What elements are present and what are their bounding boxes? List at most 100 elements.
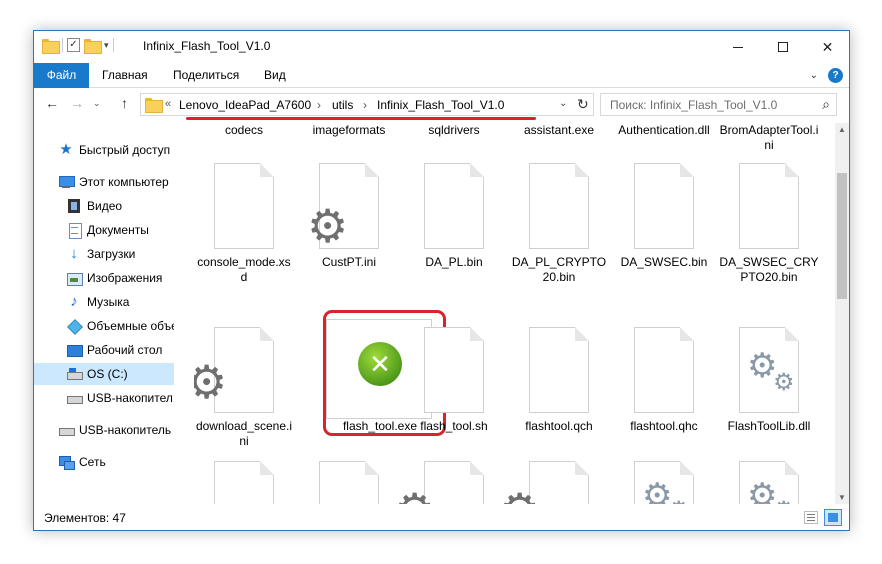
search-icon[interactable]: ⌕ <box>822 96 830 113</box>
file-name: BromAdapterTool.ini <box>719 123 819 152</box>
document-icon <box>529 163 589 249</box>
sidebar-item-quick-access[interactable]: ★ Быстрый доступ <box>34 139 174 161</box>
computer-icon <box>58 174 75 190</box>
gear-icon: ⚙ <box>394 487 435 504</box>
music-icon: ♪ <box>70 293 78 310</box>
recent-locations-icon[interactable]: ⌄ <box>93 98 101 109</box>
file-tile[interactable]: flash_tool.sh <box>404 327 504 452</box>
gear-icon: ⚙ <box>499 487 540 504</box>
sidebar-item-downloads[interactable]: ↓ Загрузки <box>34 243 174 265</box>
file-tile[interactable]: flashtool.qhc <box>614 327 714 452</box>
ribbon-tabs: Файл Главная Поделиться Вид ⌄ ? <box>34 63 849 88</box>
address-history-icon[interactable]: ⌄ <box>559 98 567 109</box>
scroll-up-icon[interactable]: ▲ <box>838 125 846 134</box>
file-tile[interactable]: DA_SWSEC_CRYPTO20.bin <box>719 163 819 288</box>
document-icon <box>214 163 274 249</box>
expand-ribbon-icon[interactable]: ⌄ <box>810 70 818 81</box>
large-icons-view-icon[interactable] <box>824 509 842 526</box>
file-name: flashtool.qch <box>525 419 593 433</box>
file-name: DA_SWSEC_CRYPTO20.bin <box>719 255 819 284</box>
minimize-button[interactable] <box>715 31 760 63</box>
maximize-button[interactable] <box>760 31 805 63</box>
3d-objects-icon <box>66 318 82 334</box>
breadcrumb-lenovo[interactable]: Lenovo_IdeaPad_A7600 <box>179 98 311 112</box>
drive-icon <box>66 366 83 382</box>
file-tile[interactable]: flashtool.qch <box>509 327 609 452</box>
file-name: DA_SWSEC.bin <box>620 255 708 269</box>
document-icon <box>319 461 379 504</box>
document-icon <box>634 163 694 249</box>
document-icon <box>424 327 484 413</box>
breadcrumb-separator-icon[interactable]: › <box>363 98 367 112</box>
sidebar-item-music[interactable]: ♪ Музыка <box>34 291 174 313</box>
star-icon: ★ <box>59 141 73 158</box>
breadcrumb-overflow-icon[interactable]: « <box>165 98 171 110</box>
file-tile[interactable]: ⚙ ⚙ <box>719 461 819 504</box>
sidebar-item-label: Объемные объе <box>87 319 174 333</box>
breadcrumb-current-folder[interactable]: Infinix_Flash_Tool_V1.0 <box>377 98 504 112</box>
file-tile[interactable]: DA_PL_CRYPTO20.bin <box>509 163 609 288</box>
details-view-icon[interactable] <box>804 511 818 524</box>
tab-share[interactable]: Поделиться <box>173 63 239 88</box>
file-tile[interactable]: DA_PL.bin <box>404 163 504 288</box>
address-bar[interactable]: « Lenovo_IdeaPad_A7600 › utils › Infinix… <box>140 93 594 116</box>
sidebar-item-usb-drive[interactable]: USB-накопител <box>34 387 174 409</box>
explorer-window: ✓ ▾ Infinix_Flash_Tool_V1.0 ✕ Файл Главн… <box>33 30 850 531</box>
scrollbar-thumb[interactable] <box>837 173 847 299</box>
sidebar-item-network[interactable]: Сеть <box>34 451 174 473</box>
folder-icon <box>145 98 163 113</box>
breadcrumb-utils[interactable]: utils <box>332 98 353 112</box>
sidebar-item-label: Рабочий стол <box>87 343 163 357</box>
properties-icon[interactable]: ✓ <box>67 38 80 52</box>
file-tile[interactable]: ⚙ <box>499 461 609 504</box>
sidebar-item-label: Музыка <box>87 295 130 309</box>
file-tile[interactable]: DA_SWSEC.bin <box>614 163 714 288</box>
file-tile[interactable]: ⚙ CustPT.ini <box>299 163 399 288</box>
usb-drive-icon <box>58 422 75 438</box>
file-name: FlashToolLib.dll <box>727 419 811 433</box>
tab-home[interactable]: Главная <box>102 63 148 88</box>
customize-toolbar-icon[interactable]: ▾ <box>104 40 109 51</box>
tab-view[interactable]: Вид <box>264 63 286 88</box>
desktop-icon <box>66 342 83 358</box>
item-count: Элементов: 47 <box>44 511 126 525</box>
sidebar-item-os-drive[interactable]: OS (C:) <box>34 363 174 385</box>
file-tile[interactable]: ⚙ ⚙ <box>614 461 714 504</box>
refresh-icon[interactable]: ↻ <box>577 96 589 113</box>
sidebar-item-usb-drive-root[interactable]: USB-накопитель ( <box>34 419 174 441</box>
help-icon[interactable]: ? <box>828 68 843 83</box>
sidebar-item-label: Изображения <box>87 271 163 285</box>
tab-file[interactable]: Файл <box>34 63 89 88</box>
minimize-icon <box>732 46 743 48</box>
new-folder-icon[interactable] <box>84 38 102 54</box>
downloads-icon: ↓ <box>70 245 78 262</box>
search-input[interactable]: Поиск: Infinix_Flash_Tool_V1.0 <box>610 98 777 112</box>
up-arrow-icon[interactable]: ↑ <box>121 95 128 111</box>
sidebar-item-video[interactable]: Видео <box>34 195 174 217</box>
close-button[interactable]: ✕ <box>805 31 849 63</box>
scroll-down-icon[interactable]: ▼ <box>838 493 846 502</box>
sidebar-item-label: Быстрый доступ <box>79 143 171 157</box>
file-name: DA_PL.bin <box>425 255 483 269</box>
file-name: flash_tool.sh <box>420 419 488 433</box>
file-tile[interactable] <box>194 461 294 504</box>
sidebar-item-documents[interactable]: Документы <box>34 219 174 241</box>
file-name: sqldrivers <box>428 123 480 137</box>
forward-arrow-icon[interactable]: → <box>70 95 84 111</box>
gear-icon: ⚙ <box>773 499 795 505</box>
sidebar-item-this-pc[interactable]: Этот компьютер <box>34 171 174 193</box>
file-tile[interactable]: ⚙ <box>394 461 504 504</box>
vertical-scrollbar[interactable]: ▲ ▼ <box>835 123 849 504</box>
sidebar-item-label: Видео <box>87 199 123 213</box>
sidebar-item-desktop[interactable]: Рабочий стол <box>34 339 174 361</box>
search-box[interactable]: Поиск: Infinix_Flash_Tool_V1.0 ⌕ <box>600 93 837 116</box>
breadcrumb-separator-icon[interactable]: › <box>317 98 321 112</box>
file-tile[interactable]: ⚙ ⚙ FlashToolLib.dll <box>719 327 819 452</box>
file-tile[interactable]: console_mode.xsd <box>194 163 294 288</box>
file-tile[interactable]: ⚙ download_scene.ini <box>194 327 294 452</box>
sidebar-item-3d-objects[interactable]: Объемные объе <box>34 315 174 337</box>
back-arrow-icon[interactable]: ← <box>45 95 59 111</box>
sidebar-item-pictures[interactable]: Изображения <box>34 267 174 289</box>
file-tile[interactable] <box>299 461 399 504</box>
document-icon <box>214 461 274 504</box>
